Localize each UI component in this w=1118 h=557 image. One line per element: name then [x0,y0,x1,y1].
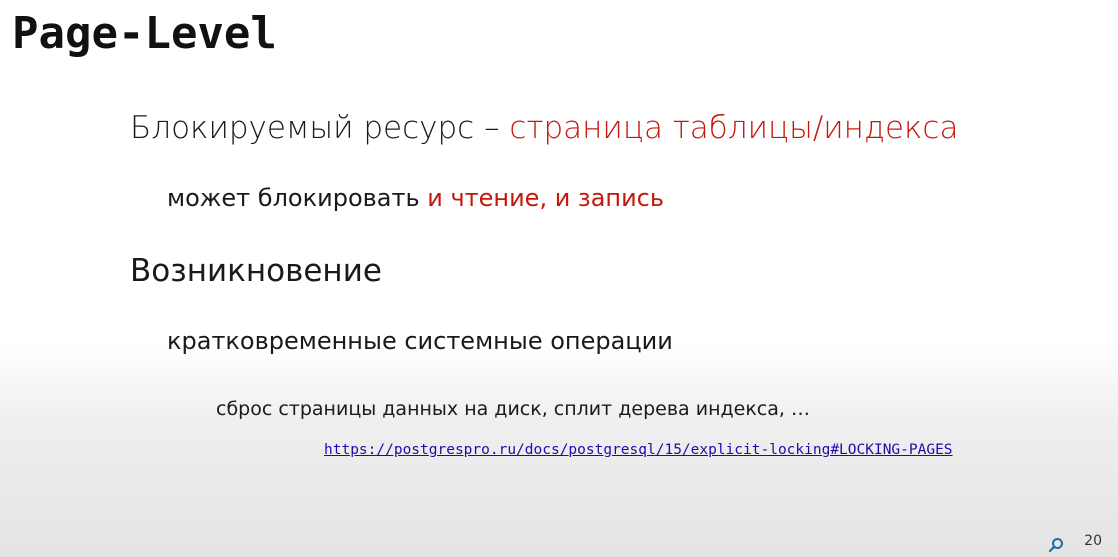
bullet-examples: сброс страницы данных на диск, сплит дер… [216,398,810,420]
docs-link[interactable]: https://postgrespro.ru/docs/postgresql/1… [324,438,953,462]
bullet-locked-resource-highlight: страница таблицы/индекса [509,110,959,146]
bullet-read-write-text: может блокировать [167,184,428,212]
bullet-read-write-highlight: и чтение, и запись [427,184,665,212]
bullet-occurrence: Возникновение [130,253,382,289]
bullet-locked-resource: Блокируемый ресурс – страница таблицы/ин… [130,108,958,148]
search-icon[interactable] [1048,537,1064,553]
page-number: 20 [1084,533,1102,549]
bullet-locked-resource-text: Блокируемый ресурс – [130,110,510,146]
bullet-system-operations: кратковременные системные операции [167,327,673,355]
bullet-read-write: может блокировать и чтение, и запись [167,181,664,215]
slide-title: Page-Level [12,8,277,59]
